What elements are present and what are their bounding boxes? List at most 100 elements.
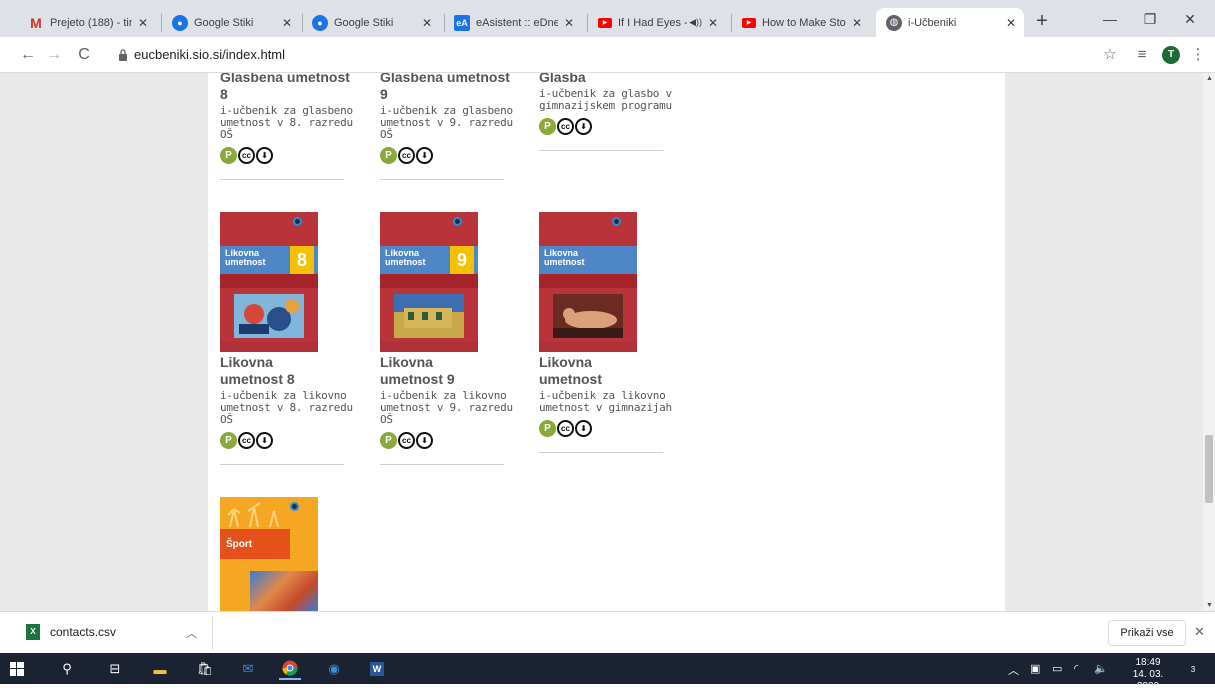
close-icon[interactable]: ✕	[1194, 624, 1205, 640]
store-icon[interactable]: 🛍	[194, 658, 216, 680]
cover-artwork	[234, 294, 304, 338]
book-card[interactable]: Glasbena umetnost 9 i-učbenik za glasben…	[380, 73, 515, 180]
license-icons: P cc ⬇	[220, 145, 355, 165]
address-bar[interactable]: eucbeniki.sio.si/index.html	[134, 47, 285, 62]
cover-artwork	[553, 294, 623, 338]
tab-i-ucbeniki[interactable]: ◍ i-Učbeniki ✕	[876, 8, 1024, 37]
book-card[interactable]: Likovna umetnost 9 Likovna umetnost 9 i-…	[380, 212, 515, 465]
book-title[interactable]: Glasbena umetnost 9	[380, 73, 515, 103]
youtube-icon: ▶	[742, 17, 756, 28]
forward-button[interactable]: →	[44, 45, 64, 65]
p-badge-icon: P	[539, 117, 556, 135]
download-icon[interactable]: ⬇	[416, 431, 433, 449]
tab-gmail[interactable]: M Prejeto (188) - tina ✕	[18, 8, 156, 37]
notification-center-icon[interactable]: 3	[1182, 658, 1204, 680]
taskbar-clock[interactable]: 18:49 14. 03. 2020	[1124, 657, 1172, 693]
book-title[interactable]: Glasba	[539, 73, 674, 86]
mail-icon[interactable]: ✉	[237, 658, 259, 680]
audio-playing-icon[interactable]: ◀))	[689, 17, 702, 28]
show-all-button[interactable]: Prikaži vse	[1108, 620, 1186, 646]
download-icon[interactable]: ⬇	[256, 146, 273, 164]
divider	[220, 464, 344, 465]
book-cover[interactable]: Likovna umetnost 9	[380, 212, 478, 352]
scroll-down-icon[interactable]: ▼	[1206, 602, 1213, 609]
close-tab-icon[interactable]: ✕	[562, 16, 576, 30]
bookmark-star-icon[interactable]: ☆	[1100, 45, 1120, 65]
restore-button[interactable]: ❐	[1130, 6, 1170, 32]
close-window-button[interactable]: ✕	[1170, 6, 1210, 32]
profile-avatar[interactable]: T	[1162, 46, 1180, 64]
minimize-button[interactable]: —	[1090, 6, 1130, 32]
cover-label: Likovna umetnost	[544, 248, 585, 267]
back-button[interactable]: ←	[18, 45, 38, 65]
creative-commons-icon: cc	[238, 431, 255, 449]
chevron-up-icon[interactable]: ︿	[186, 625, 197, 641]
download-icon[interactable]: ⬇	[575, 419, 592, 437]
chrome-icon[interactable]	[279, 658, 301, 680]
app-icon[interactable]: ◉	[323, 658, 345, 680]
download-icon[interactable]: ⬇	[256, 431, 273, 449]
download-icon[interactable]: ⬇	[575, 117, 592, 135]
book-title[interactable]: Glasbena umetnost 8	[220, 73, 355, 103]
cover-number: 9	[450, 246, 474, 274]
book-title[interactable]: Likovna umetnost 9	[380, 354, 480, 388]
book-cover[interactable]: Likovna umetnost 8	[220, 212, 318, 352]
task-view-icon[interactable]: ⊟	[104, 658, 126, 680]
volume-icon[interactable]: 🔈	[1094, 662, 1108, 675]
logo-dot-icon	[293, 217, 302, 226]
close-tab-icon[interactable]: ✕	[136, 16, 150, 30]
scrollbar-thumb[interactable]	[1205, 435, 1213, 503]
tab-youtube-2[interactable]: ▶ How to Make Stop ✕	[732, 8, 870, 37]
cover-footer	[380, 342, 478, 352]
search-icon[interactable]: ⚲	[56, 658, 78, 680]
p-badge-icon: P	[220, 146, 237, 164]
excel-file-icon: X	[26, 624, 40, 640]
battery-icon[interactable]: ▭	[1052, 662, 1062, 675]
book-card[interactable]: Likovna umetnost Likovna umetnost i-učbe…	[539, 212, 674, 453]
book-title[interactable]: Likovna umetnost	[539, 354, 639, 388]
tab-title: Google Stiki	[194, 16, 254, 29]
book-card[interactable]: Glasbena umetnost 8 i-učbenik za glasben…	[220, 73, 355, 180]
reload-button[interactable]: C	[74, 45, 94, 65]
media-control-icon[interactable]: ≡	[1132, 45, 1152, 65]
download-icon[interactable]: ⬇	[416, 146, 433, 164]
word-icon[interactable]: W	[366, 658, 388, 680]
close-tab-icon[interactable]: ✕	[850, 16, 864, 30]
close-tab-icon[interactable]: ✕	[706, 16, 720, 30]
p-badge-icon: P	[380, 146, 397, 164]
book-card[interactable]: Likovna umetnost 8 Likovna umetnost 8 i-…	[220, 212, 355, 465]
close-tab-icon[interactable]: ✕	[1004, 16, 1018, 30]
close-tab-icon[interactable]: ✕	[420, 16, 434, 30]
cover-artwork	[394, 294, 464, 338]
close-tab-icon[interactable]: ✕	[280, 16, 294, 30]
book-description: i-učbenik za glasbeno umetnost v 9. razr…	[380, 104, 513, 141]
windows-start-icon[interactable]	[10, 662, 24, 676]
book-title[interactable]: Likovna umetnost 8	[220, 354, 320, 388]
book-card[interactable]: Šport	[220, 497, 355, 611]
book-card[interactable]: Glasba i-učbenik za glasbo v gimnazijske…	[539, 73, 674, 151]
tab-youtube-1[interactable]: ▶ If I Had Eyes - ◀)) ✕	[588, 8, 726, 37]
tray-app-icon[interactable]: ▣	[1030, 662, 1040, 675]
license-icons: P cc ⬇	[380, 145, 515, 165]
new-tab-button[interactable]: +	[1030, 10, 1054, 34]
divider	[539, 452, 663, 453]
cover-label: Likovna umetnost	[225, 248, 266, 267]
book-cover[interactable]: Šport	[220, 497, 318, 611]
scroll-up-icon[interactable]: ▲	[1206, 75, 1213, 82]
license-icons: P cc ⬇	[539, 116, 674, 136]
file-explorer-icon[interactable]: ▬	[149, 658, 171, 680]
wifi-icon[interactable]: ◜	[1074, 662, 1078, 675]
google-contacts-icon: ●	[172, 14, 188, 31]
book-grid: Glasbena umetnost 8 i-učbenik za glasben…	[208, 73, 1005, 611]
lock-icon	[119, 49, 127, 61]
download-item[interactable]: X contacts.csv	[26, 624, 116, 640]
google-contacts-icon: ●	[312, 14, 328, 31]
book-cover[interactable]: Likovna umetnost	[539, 212, 637, 352]
tab-google-stiki-1[interactable]: ● Google Stiki ✕	[162, 8, 300, 37]
license-icons: P cc ⬇	[539, 418, 674, 438]
menu-kebab-icon[interactable]: ⋮	[1188, 45, 1208, 65]
tab-google-stiki-2[interactable]: ● Google Stiki ✕	[302, 8, 440, 37]
vertical-scrollbar[interactable]: ▲ ▼	[1203, 73, 1215, 611]
tab-easistent[interactable]: eA eAsistent :: eDnev ✕	[444, 8, 582, 37]
tray-overflow-icon[interactable]: ︿	[1008, 662, 1019, 678]
